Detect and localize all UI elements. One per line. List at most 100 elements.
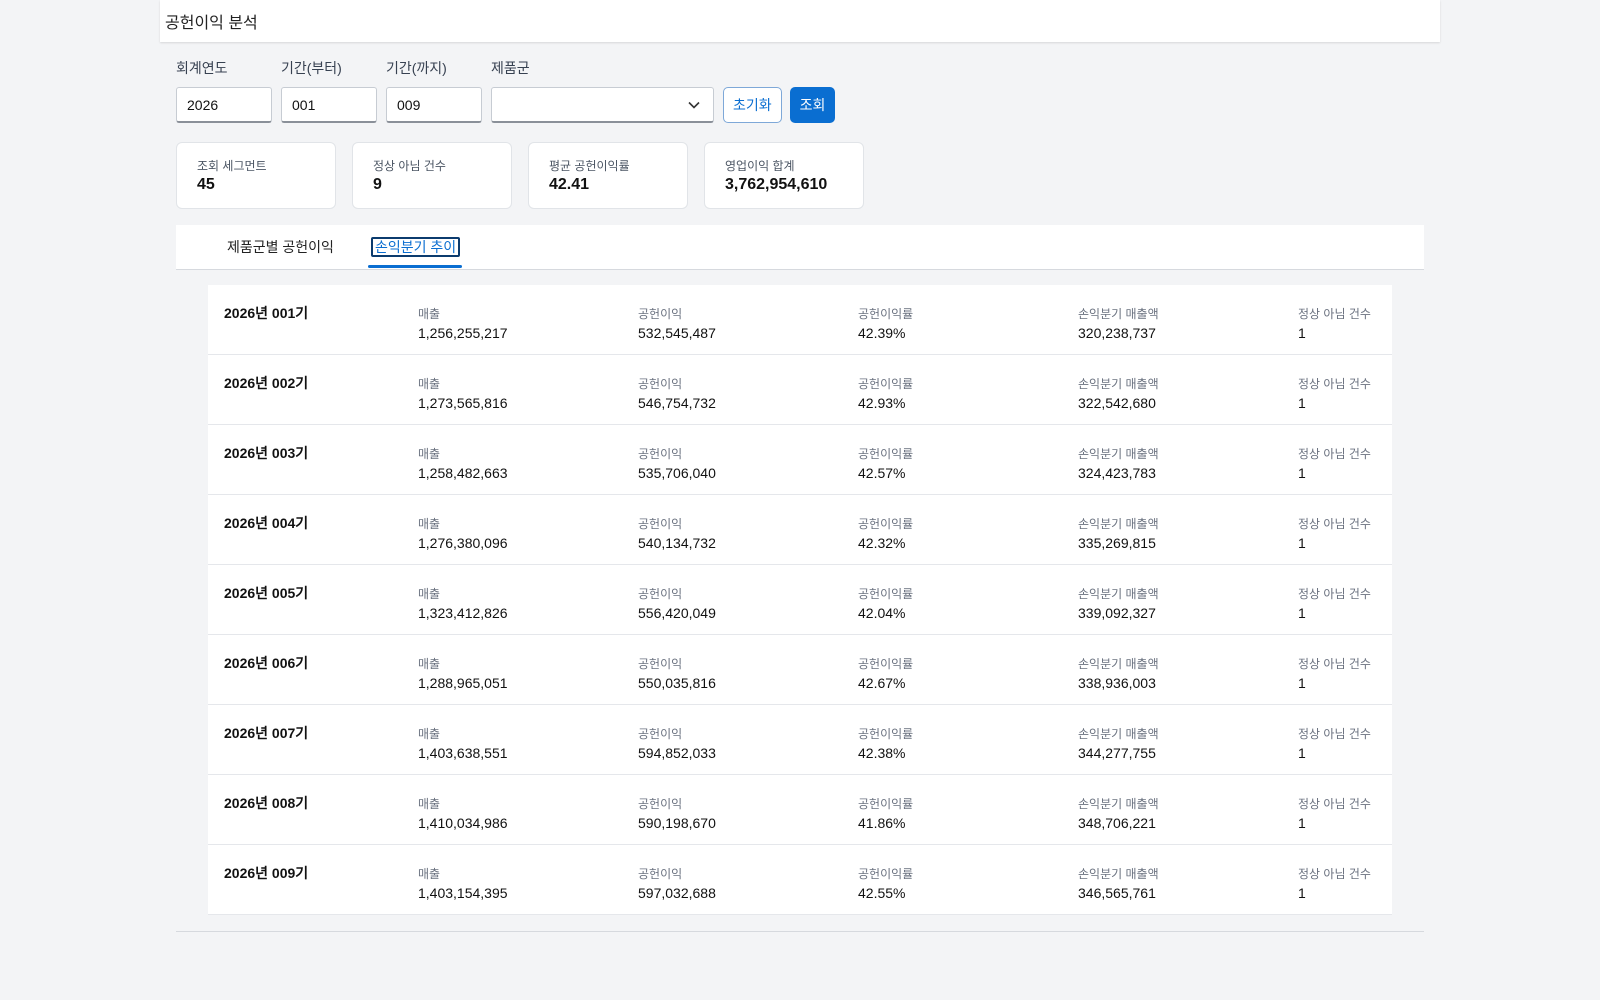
period-label: 2026년 009기 (224, 865, 309, 881)
metric-label: 정상 아님 건수 (1298, 797, 1371, 811)
period-to-input[interactable] (386, 87, 482, 123)
metric-value: 1,403,154,395 (418, 885, 508, 901)
metric-value: 320,238,737 (1078, 325, 1156, 341)
kpi-card-abnormal: 정상 아님 건수 9 (352, 142, 512, 209)
divider (176, 931, 1424, 932)
metric-label: 매출 (418, 657, 441, 671)
metric-label: 매출 (418, 307, 441, 321)
period-label: 2026년 001기 (224, 305, 309, 321)
metric-contribution: 공헌이익 550,035,816 (638, 655, 716, 691)
tab-bar: 제품군별 공헌이익 손익분기 추이 (176, 225, 1424, 270)
metric-breakeven: 손익분기 매출액 344,277,755 (1078, 725, 1159, 761)
kpi-label: 조회 세그먼트 (197, 159, 267, 173)
metric-value: 42.39% (858, 325, 906, 341)
metric-margin: 공헌이익률 42.57% (858, 445, 913, 481)
metric-value: 42.67% (858, 675, 906, 691)
metric-value: 1,288,965,051 (418, 675, 508, 691)
metric-label: 손익분기 매출액 (1078, 657, 1159, 671)
metric-contribution: 공헌이익 532,545,487 (638, 305, 716, 341)
metric-value: 556,420,049 (638, 605, 716, 621)
metric-value: 338,936,003 (1078, 675, 1156, 691)
metric-label: 정상 아님 건수 (1298, 587, 1371, 601)
metric-label: 매출 (418, 377, 441, 391)
tab-breakeven-trend[interactable]: 손익분기 추이 (371, 237, 461, 257)
metric-value: 1 (1298, 395, 1306, 411)
metric-contribution: 공헌이익 546,754,732 (638, 375, 716, 411)
product-group-select[interactable] (491, 87, 714, 123)
period-label: 2026년 007기 (224, 725, 309, 741)
period-list: 2026년 001기 매출 1,256,255,217 공헌이익 532,545… (208, 285, 1392, 915)
metric-contribution: 공헌이익 556,420,049 (638, 585, 716, 621)
kpi-value: 9 (373, 176, 382, 193)
metric-label: 손익분기 매출액 (1078, 307, 1159, 321)
search-button[interactable]: 조회 (789, 87, 836, 123)
metric-value: 1,403,638,551 (418, 745, 508, 761)
metric-margin: 공헌이익률 42.55% (858, 865, 913, 901)
metric-abnormal: 정상 아님 건수 1 (1298, 515, 1371, 551)
metric-value: 535,706,040 (638, 465, 716, 481)
tab-product-group-contribution[interactable]: 제품군별 공헌이익 (227, 237, 334, 257)
page-header: 공헌이익 분석 (160, 0, 1440, 42)
metric-margin: 공헌이익률 42.93% (858, 375, 913, 411)
metric-value: 1 (1298, 605, 1306, 621)
metric-margin: 공헌이익률 42.39% (858, 305, 913, 341)
metric-value: 1 (1298, 465, 1306, 481)
metric-sales: 매출 1,258,482,663 (418, 445, 508, 481)
metric-label: 공헌이익 (638, 867, 683, 881)
metric-sales: 매출 1,256,255,217 (418, 305, 508, 341)
kpi-cards: 조회 세그먼트 45 정상 아님 건수 9 평균 공헌이익률 42.41 영업이… (176, 142, 880, 209)
period-label: 2026년 002기 (224, 375, 309, 391)
metric-value: 594,852,033 (638, 745, 716, 761)
metric-label: 정상 아님 건수 (1298, 517, 1371, 531)
metric-label: 공헌이익 (638, 797, 683, 811)
metric-breakeven: 손익분기 매출액 322,542,680 (1078, 375, 1159, 411)
list-item: 2026년 002기 매출 1,273,565,816 공헌이익 546,754… (208, 355, 1392, 425)
metric-value: 1 (1298, 675, 1306, 691)
from-label: 기간(부터) (281, 60, 342, 76)
metric-label: 손익분기 매출액 (1078, 447, 1159, 461)
kpi-value: 42.41 (549, 176, 590, 193)
tab-breakeven-trend-label: 손익분기 추이 (371, 237, 461, 257)
metric-abnormal: 정상 아님 건수 1 (1298, 865, 1371, 901)
year-input[interactable] (176, 87, 272, 123)
metric-abnormal: 정상 아님 건수 1 (1298, 725, 1371, 761)
metric-label: 공헌이익 (638, 727, 683, 741)
list-item: 2026년 006기 매출 1,288,965,051 공헌이익 550,035… (208, 635, 1392, 705)
metric-value: 1 (1298, 745, 1306, 761)
metric-sales: 매출 1,273,565,816 (418, 375, 508, 411)
to-label: 기간(까지) (386, 60, 447, 76)
metric-value: 532,545,487 (638, 325, 716, 341)
metric-label: 공헌이익률 (858, 727, 914, 741)
product-group-field-group: 제품군 (491, 58, 714, 123)
metric-label: 정상 아님 건수 (1298, 307, 1371, 321)
metric-label: 공헌이익률 (858, 797, 914, 811)
metric-value: 42.55% (858, 885, 906, 901)
kpi-card-avg-margin: 평균 공헌이익률 42.41 (528, 142, 688, 209)
metric-label: 공헌이익 (638, 657, 683, 671)
list-item: 2026년 008기 매출 1,410,034,986 공헌이익 590,198… (208, 775, 1392, 845)
reset-button[interactable]: 초기화 (723, 87, 782, 123)
period-label: 2026년 004기 (224, 515, 309, 531)
metric-abnormal: 정상 아님 건수 1 (1298, 375, 1371, 411)
metric-label: 손익분기 매출액 (1078, 517, 1159, 531)
period-label: 2026년 005기 (224, 585, 309, 601)
metric-label: 정상 아님 건수 (1298, 377, 1371, 391)
metric-contribution: 공헌이익 540,134,732 (638, 515, 716, 551)
period-from-input[interactable] (281, 87, 377, 123)
metric-label: 공헌이익률 (858, 867, 914, 881)
metric-value: 339,092,327 (1078, 605, 1156, 621)
metric-value: 344,277,755 (1078, 745, 1156, 761)
metric-value: 42.04% (858, 605, 906, 621)
metric-abnormal: 정상 아님 건수 1 (1298, 445, 1371, 481)
list-item: 2026년 003기 매출 1,258,482,663 공헌이익 535,706… (208, 425, 1392, 495)
metric-breakeven: 손익분기 매출액 346,565,761 (1078, 865, 1159, 901)
metric-label: 공헌이익률 (858, 307, 914, 321)
kpi-label: 정상 아님 건수 (373, 159, 446, 173)
metric-value: 1,258,482,663 (418, 465, 508, 481)
metric-label: 정상 아님 건수 (1298, 867, 1371, 881)
metric-breakeven: 손익분기 매출액 348,706,221 (1078, 795, 1159, 831)
kpi-label: 평균 공헌이익률 (549, 159, 630, 173)
metric-value: 597,032,688 (638, 885, 716, 901)
metric-sales: 매출 1,276,380,096 (418, 515, 508, 551)
metric-label: 손익분기 매출액 (1078, 867, 1159, 881)
